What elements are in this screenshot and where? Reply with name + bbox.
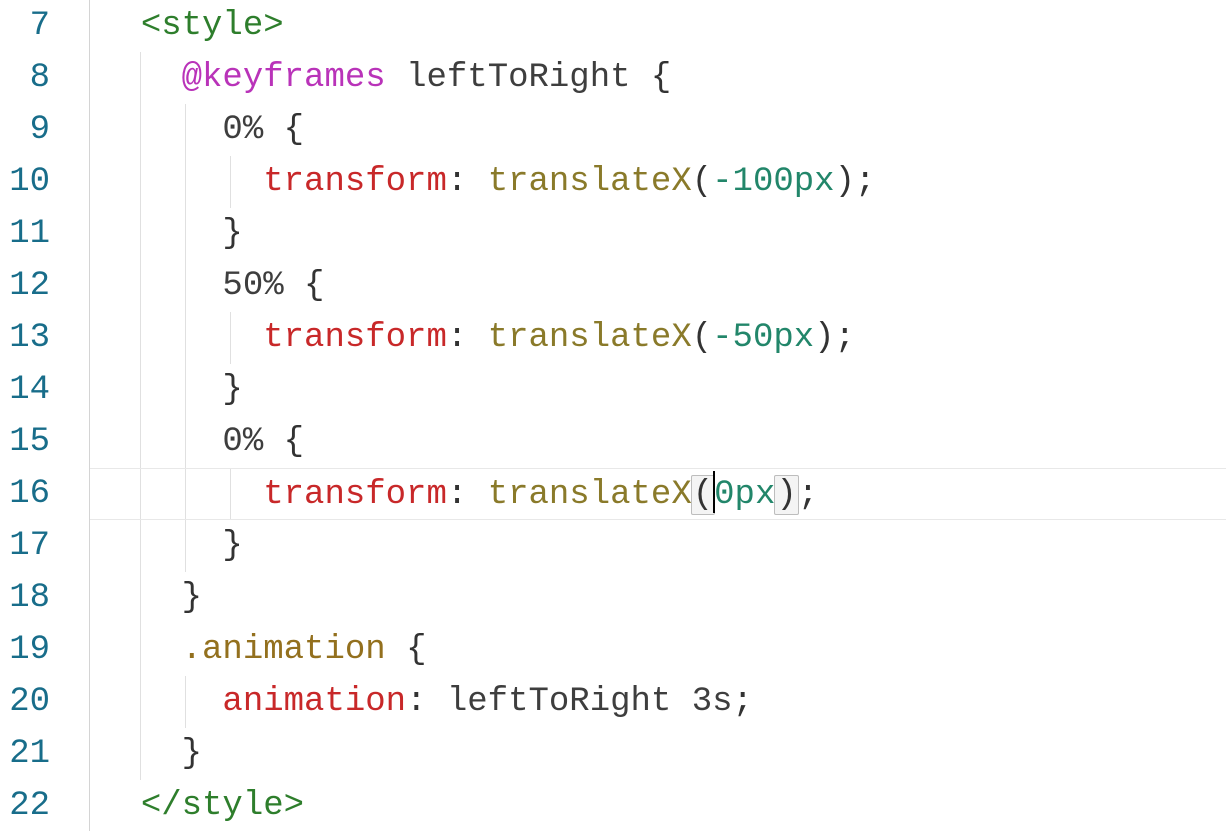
code-line[interactable]: } [90,520,1226,572]
css-property: transform [263,476,447,514]
code-line[interactable]: } [90,208,1226,260]
css-property: transform [263,319,447,357]
css-function: translateX [488,163,692,201]
line-number: 14 [0,364,50,416]
css-property: transform [263,163,447,201]
code-line[interactable]: @keyframes leftToRight { [90,52,1226,104]
line-number: 17 [0,520,50,572]
line-number: 16 [0,468,50,520]
line-number: 15 [0,416,50,468]
css-value: leftToRight 3s [447,683,733,721]
css-selector: .animation [182,631,386,669]
line-number: 22 [0,780,50,832]
line-number: 13 [0,312,50,364]
code-line[interactable]: 0% { [90,104,1226,156]
keyframes-name: leftToRight [406,59,630,97]
line-number-gutter: 7 8 9 10 11 12 13 14 15 16 17 18 19 20 2… [0,0,60,831]
code-line[interactable]: transform: translateX(-50px); [90,312,1226,364]
bracket-match-close: ) [774,475,798,515]
line-number: 10 [0,156,50,208]
css-property: animation [222,683,406,721]
line-number: 20 [0,676,50,728]
line-number: 19 [0,624,50,676]
keyframe-selector: 0% [222,423,263,461]
line-number: 12 [0,260,50,312]
text-cursor [713,471,715,513]
line-number: 8 [0,52,50,104]
code-line[interactable]: <style> [90,0,1226,52]
code-line[interactable]: } [90,364,1226,416]
code-line[interactable]: 0% { [90,416,1226,468]
code-line-active[interactable]: transform: translateX(0px); [90,468,1226,520]
code-line[interactable]: 50% { [90,260,1226,312]
code-editor[interactable]: 7 8 9 10 11 12 13 14 15 16 17 18 19 20 2… [0,0,1226,831]
css-value: -100px [712,163,834,201]
at-rule: @keyframes [182,59,386,97]
css-value: -50px [712,319,814,357]
css-value: 0px [714,476,775,514]
code-line[interactable]: } [90,572,1226,624]
code-line[interactable]: animation: leftToRight 3s; [90,676,1226,728]
css-function: translateX [488,319,692,357]
bracket-match-open: ( [691,475,715,515]
line-number: 21 [0,728,50,780]
code-line[interactable]: .animation { [90,624,1226,676]
css-function: translateX [488,476,692,514]
line-number: 9 [0,104,50,156]
keyframe-selector: 0% [222,111,263,149]
code-line[interactable]: </style> [90,780,1226,832]
line-number: 11 [0,208,50,260]
html-tag: </style> [141,787,304,825]
code-line[interactable]: } [90,728,1226,780]
code-line[interactable]: transform: translateX(-100px); [90,156,1226,208]
html-tag: <style> [141,7,284,45]
code-content[interactable]: <style> @keyframes leftToRight { 0% { tr… [90,0,1226,831]
line-number: 18 [0,572,50,624]
keyframe-selector: 50% [222,267,283,305]
glyph-margin [60,0,90,831]
line-number: 7 [0,0,50,52]
